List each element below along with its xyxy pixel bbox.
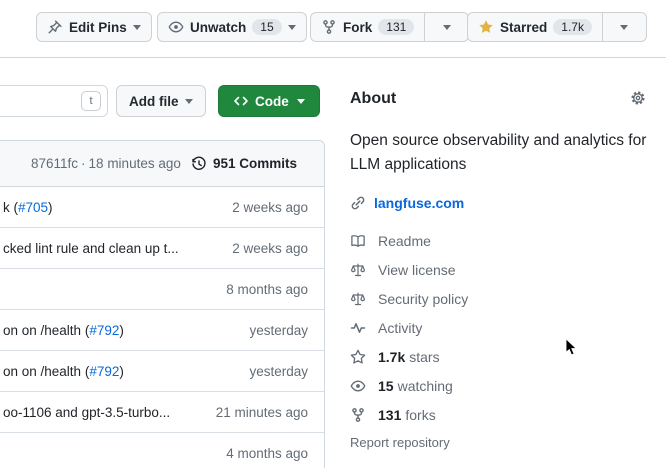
header-divider (0, 57, 666, 58)
add-file-label: Add file (129, 94, 179, 109)
activity-link[interactable]: Activity (350, 313, 652, 342)
go-to-file-shortcut-hint: t (81, 91, 101, 111)
pr-link[interactable]: #792 (89, 364, 119, 379)
meta-separator: · (81, 156, 86, 171)
fork-icon (350, 407, 366, 423)
commit-sha: 87611fc (31, 156, 78, 171)
repo-description: Open source observability and analytics … (350, 129, 652, 177)
code-label: Code (255, 94, 289, 109)
file-row: oo-1106 and gpt-3.5-turbo... 21 minutes … (0, 392, 324, 433)
chevron-down-icon (288, 25, 296, 30)
forks-link[interactable]: 131 forks (350, 400, 652, 429)
edit-pins-group: Edit Pins (36, 12, 152, 42)
chevron-down-icon (297, 99, 305, 104)
book-icon (350, 233, 366, 249)
law-icon (350, 291, 366, 307)
security-policy-link[interactable]: Security policy (350, 284, 652, 313)
commit-age: 8 months ago (226, 282, 308, 297)
commits-history-link[interactable]: 951 Commits (191, 156, 297, 172)
watch-group: Unwatch 15 (157, 12, 307, 42)
commits-count-label: 951 Commits (213, 156, 297, 171)
file-row: 4 months ago (0, 433, 324, 468)
commit-age: 2 weeks ago (232, 241, 308, 256)
fork-icon (321, 19, 337, 35)
latest-commit-bar: 87611fc·18 minutes ago 951 Commits (0, 141, 324, 187)
website-link[interactable]: langfuse.com (374, 195, 464, 211)
commit-message[interactable]: on on /health (#792) (3, 323, 124, 338)
file-row: on on /health (#792) yesterday (0, 310, 324, 351)
file-row: k (#705) 2 weeks ago (0, 187, 324, 228)
github-repo-page: Edit Pins Unwatch 15 Fork 131 (0, 0, 666, 468)
commit-message[interactable]: k (#705) (3, 200, 53, 215)
starred-button[interactable]: Starred 1.7k (467, 12, 603, 42)
chevron-down-icon (620, 25, 628, 30)
go-to-file-input-box: t (0, 85, 108, 117)
chevron-down-icon (185, 99, 193, 104)
code-button[interactable]: Code (218, 85, 320, 117)
file-table: 87611fc·18 minutes ago 951 Commits k (#7… (0, 140, 325, 468)
code-icon (233, 93, 249, 109)
file-row: cked lint rule and clean up t... 2 weeks… (0, 228, 324, 269)
fork-button[interactable]: Fork 131 (310, 12, 425, 42)
commit-age: 21 minutes ago (216, 405, 308, 420)
fork-dropdown-button[interactable] (425, 12, 469, 42)
file-row: on on /health (#792) yesterday (0, 351, 324, 392)
report-repository-link[interactable]: Report repository (350, 435, 652, 450)
commit-age: 2 weeks ago (232, 200, 308, 215)
license-link[interactable]: View license (350, 255, 652, 284)
unwatch-label: Unwatch (190, 20, 246, 35)
star-group: Starred 1.7k (467, 12, 647, 42)
edit-pins-label: Edit Pins (69, 20, 127, 35)
edit-pins-button[interactable]: Edit Pins (36, 12, 152, 42)
unwatch-button[interactable]: Unwatch 15 (157, 12, 307, 42)
commit-time: 18 minutes ago (89, 156, 181, 171)
star-count-badge: 1.7k (553, 19, 592, 35)
about-title: About (350, 90, 396, 107)
fork-group: Fork 131 (310, 12, 469, 42)
readme-link[interactable]: Readme (350, 226, 652, 255)
chevron-down-icon (443, 25, 451, 30)
commit-age: yesterday (249, 364, 308, 379)
pr-link[interactable]: #705 (18, 200, 48, 215)
star-filled-icon (478, 19, 494, 35)
about-panel: About Open source observability and anal… (350, 85, 652, 450)
latest-commit-meta[interactable]: 87611fc·18 minutes ago (31, 156, 184, 171)
fork-count-badge: 131 (378, 19, 414, 35)
add-file-button[interactable]: Add file (116, 85, 206, 117)
pulse-icon (350, 320, 366, 336)
law-icon (350, 262, 366, 278)
star-dropdown-button[interactable] (603, 12, 647, 42)
eye-icon (350, 378, 366, 394)
commit-message[interactable]: cked lint rule and clean up t... (3, 241, 179, 256)
pin-icon (47, 19, 63, 35)
commit-age: 4 months ago (226, 446, 308, 461)
history-icon (191, 156, 207, 172)
starred-label: Starred (500, 20, 547, 35)
stars-link[interactable]: 1.7k stars (350, 342, 652, 371)
pr-link[interactable]: #792 (89, 323, 119, 338)
link-icon (350, 195, 366, 211)
watch-count-badge: 15 (252, 19, 281, 35)
commit-message[interactable]: oo-1106 and gpt-3.5-turbo... (3, 405, 170, 420)
watching-link[interactable]: 15 watching (350, 371, 652, 400)
star-icon (350, 349, 366, 365)
gear-icon[interactable] (630, 90, 646, 106)
fork-label: Fork (343, 20, 372, 35)
go-to-file-input[interactable] (0, 86, 81, 116)
commit-age: yesterday (249, 323, 308, 338)
chevron-down-icon (133, 25, 141, 30)
file-row: 8 months ago (0, 269, 324, 310)
eye-icon (168, 19, 184, 35)
commit-message[interactable]: on on /health (#792) (3, 364, 124, 379)
